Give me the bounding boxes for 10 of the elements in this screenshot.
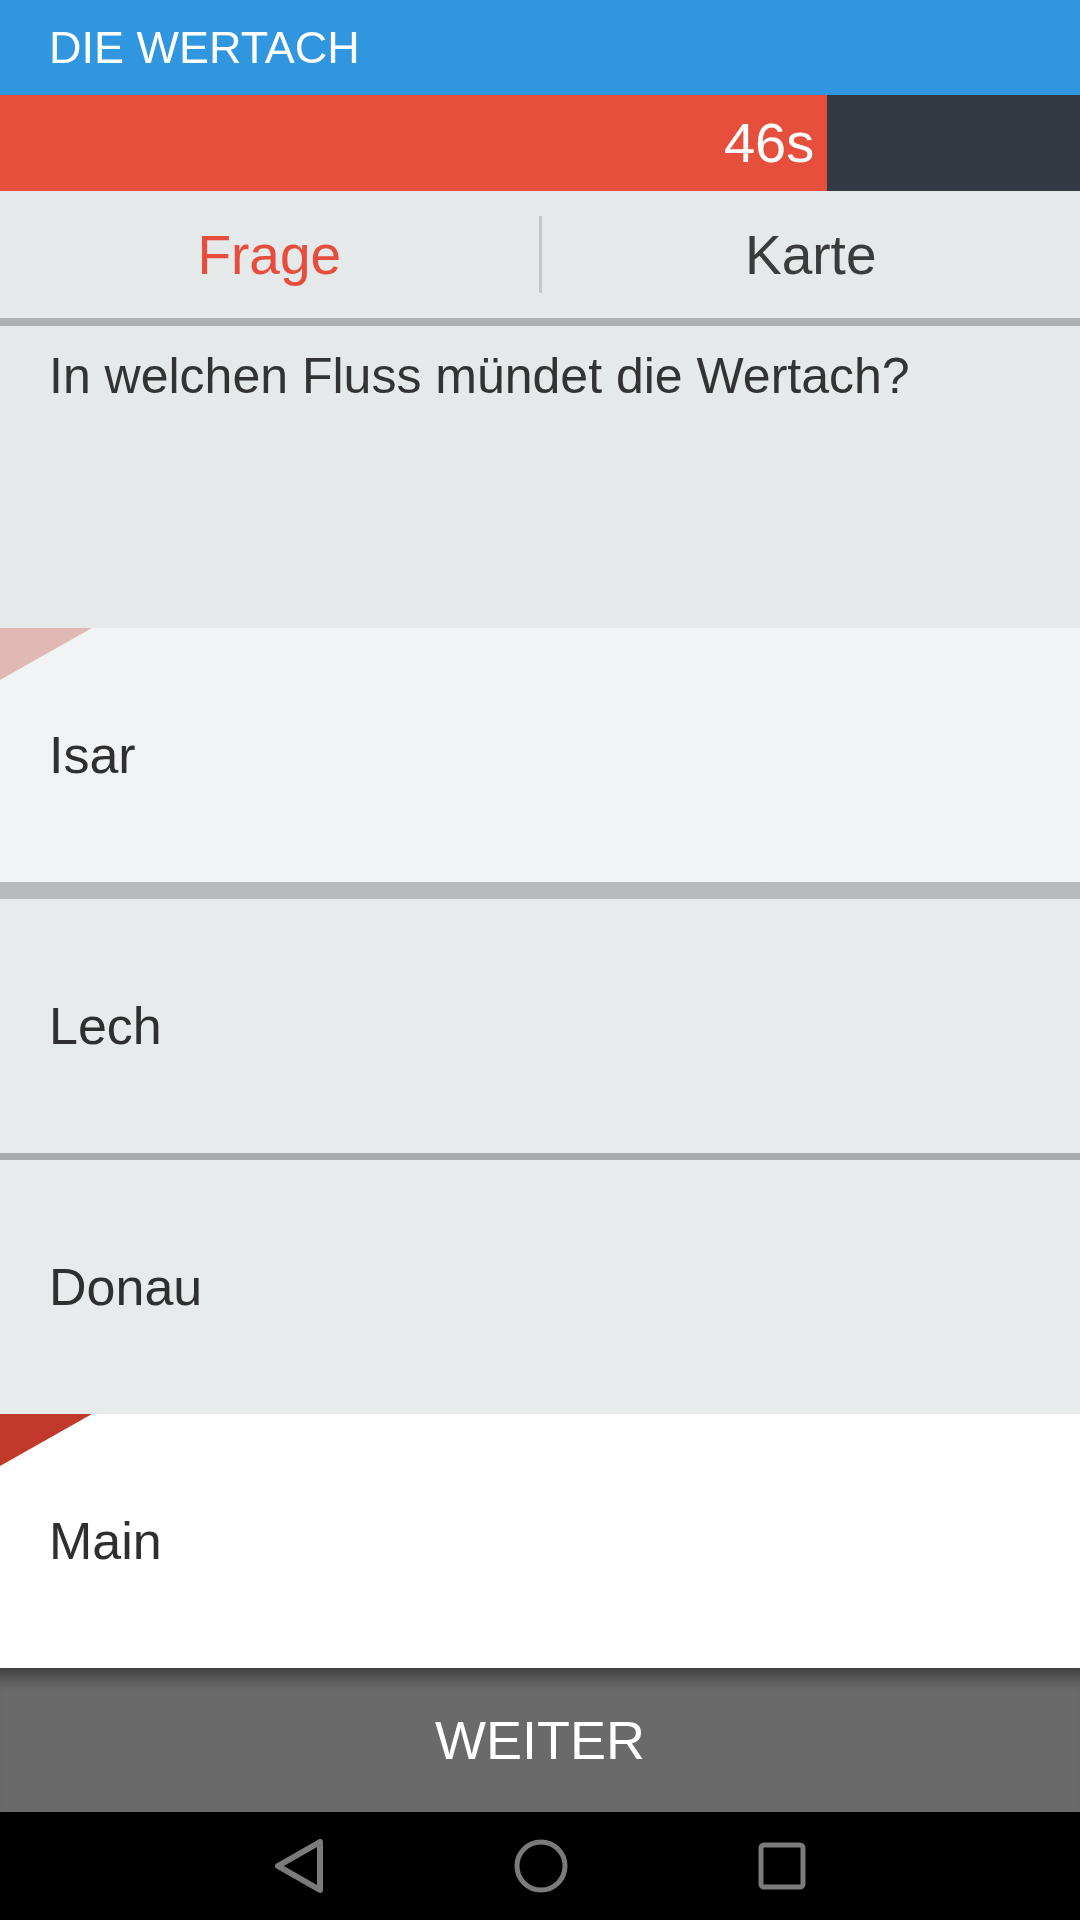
tab[interactable]: Karte	[541, 191, 1080, 318]
timer-reading: 46s	[723, 112, 815, 174]
answer-option[interactable]: Isar	[0, 628, 1080, 899]
next-button[interactable]: WEITER	[0, 1668, 1080, 1812]
answer-option[interactable]: Main	[0, 1414, 1080, 1668]
back-icon[interactable]	[274, 1839, 324, 1893]
header-title: DIE WERTACH	[49, 22, 360, 73]
recent-apps-icon[interactable]	[758, 1842, 806, 1890]
question-text: In welchen Fluss mündet die Wertach?	[49, 347, 911, 406]
home-icon[interactable]	[514, 1839, 568, 1893]
